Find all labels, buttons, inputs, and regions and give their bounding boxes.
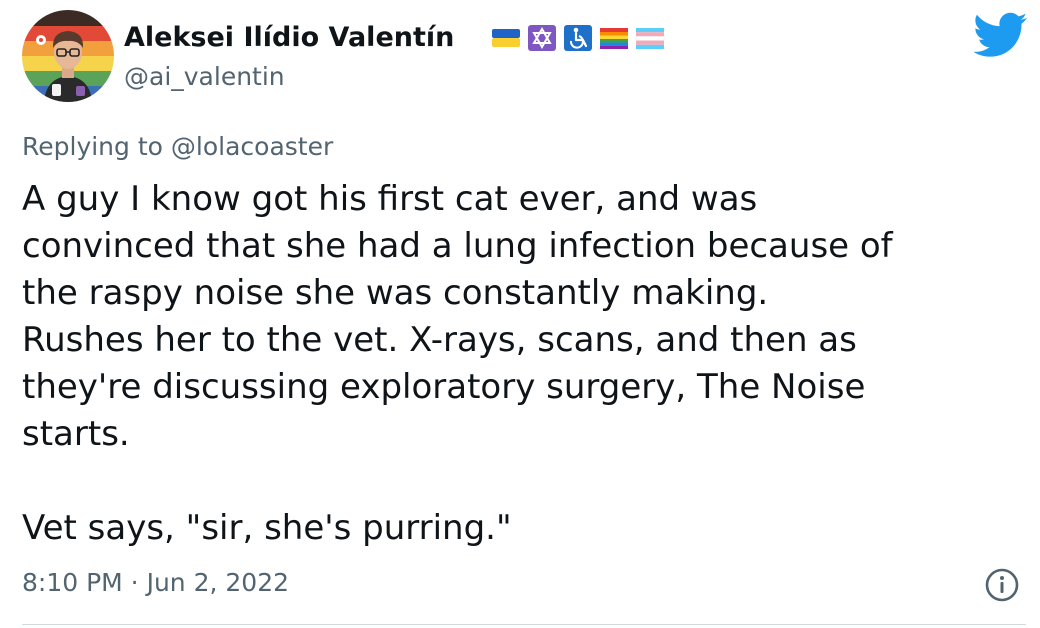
- twitter-bird-icon[interactable]: [974, 12, 1028, 58]
- replying-to: Replying to @lolacoaster: [22, 130, 333, 164]
- replying-to-label: Replying to: [22, 132, 163, 161]
- tweet-text: A guy I know got his first cat ever, and…: [22, 179, 893, 548]
- tweet-timestamp[interactable]: 8:10 PM · Jun 2, 2022: [22, 566, 289, 600]
- divider: [22, 624, 1026, 625]
- star-of-david-icon: [528, 25, 556, 51]
- transgender-flag-icon: [635, 28, 665, 49]
- accessibility-icon: [564, 25, 592, 51]
- ukraine-flag-icon: [492, 29, 520, 47]
- avatar[interactable]: [22, 10, 114, 102]
- display-name[interactable]: Aleksei Ilídio Valentín: [124, 20, 454, 56]
- user-handle[interactable]: @ai_valentin: [124, 60, 285, 94]
- rainbow-pride-flag-icon: [600, 28, 628, 49]
- profile-flag-emojis: [491, 24, 665, 52]
- info-circle-icon[interactable]: [984, 567, 1020, 603]
- tweet-card: Aleksei Ilídio Valentín @ai_valentin Rep…: [0, 0, 1040, 628]
- reply-mention-link[interactable]: @lolacoaster: [171, 132, 333, 161]
- avatar-pride-background: [22, 10, 114, 102]
